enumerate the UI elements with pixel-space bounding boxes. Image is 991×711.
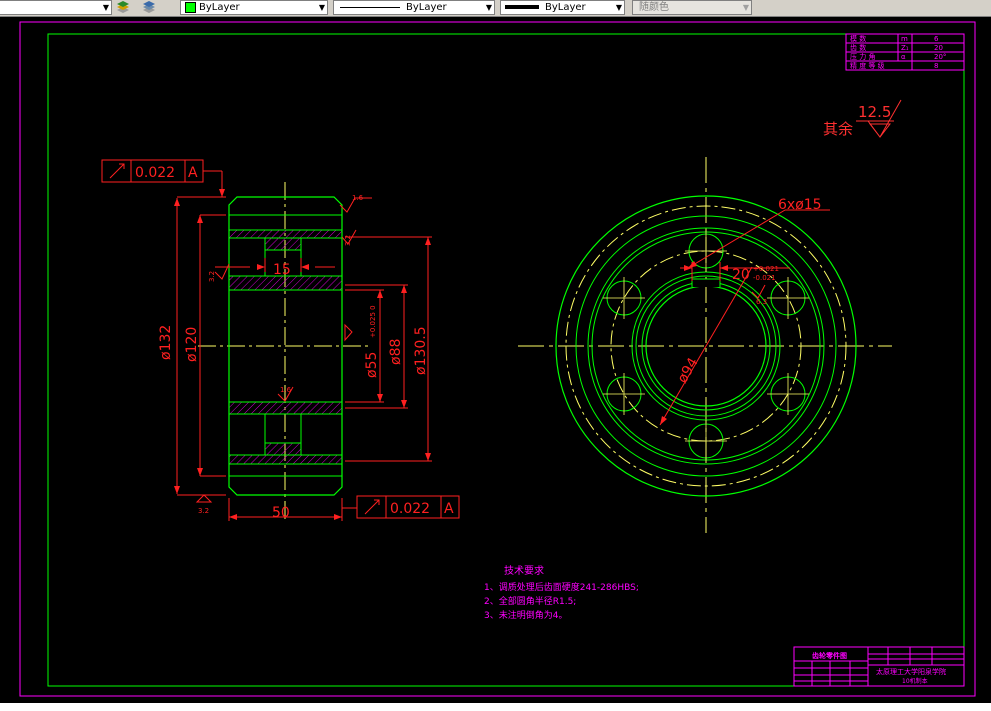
- title-block: 齿轮零件图 太原理工大学阳泉学院 10机制本: [793, 646, 965, 687]
- tolerance-bottom-value: 0.022: [390, 501, 430, 517]
- dim-d130-5: ø130.5: [413, 326, 429, 375]
- plotstyle-dropdown[interactable]: 随颜色 ▼: [632, 0, 752, 15]
- param-value: 20°: [934, 53, 946, 61]
- param-value: 20: [934, 44, 943, 52]
- dim-d132: ø132: [158, 325, 174, 360]
- dim-keyway: 20: [732, 267, 750, 283]
- keyway: [691, 278, 721, 287]
- tech-title: 技术要求: [504, 564, 544, 577]
- dim-d88: ø88: [388, 339, 404, 365]
- param-name: 齿 数: [850, 43, 866, 52]
- roughness-bore: 1.6: [280, 386, 292, 394]
- chevron-down-icon: ▼: [485, 3, 492, 12]
- title-block-class: 10机制本: [902, 677, 928, 685]
- chevron-down-icon: ▼: [742, 3, 749, 12]
- title-block-school: 太原理工大学阳泉学院: [876, 667, 946, 676]
- chevron-down-icon: ▼: [318, 3, 325, 12]
- param-value: 8: [934, 62, 938, 70]
- param-name: 压 力 角: [850, 52, 875, 61]
- lineweight-value: ByLayer: [545, 2, 586, 13]
- roughness-other-note: 其余 12.5: [823, 99, 902, 138]
- dim-d55-tolerance: +0.025 0: [369, 305, 377, 338]
- param-name: 模 数: [850, 34, 866, 43]
- color-swatch-icon: [185, 2, 196, 13]
- runout-icon: [109, 163, 125, 179]
- runout-icon: [364, 499, 380, 515]
- layer-dropdown[interactable]: ▼: [0, 0, 112, 15]
- drawing-canvas[interactable]: 模 数 m 6 齿 数 Z₁ 20 压 力 角 α 20° 精 度 等 级 8 其余 12.5: [0, 16, 991, 703]
- properties-toolbar: ▼ ByLayer ▼ ByLayer ▼ ByLayer ▼ 随颜色 ▼: [0, 0, 991, 17]
- param-symbol: α: [901, 53, 906, 61]
- lineweight-dropdown[interactable]: ByLayer ▼: [500, 0, 625, 15]
- param-symbol: m: [901, 35, 908, 43]
- roughness-other-label: 其余: [823, 120, 853, 138]
- dim-d55: ø55: [364, 352, 380, 378]
- dim-hub-width: 15: [273, 262, 291, 278]
- dim-holes: 6xø15: [778, 197, 822, 213]
- dim-keyway-tol-upper: +0.021: [753, 265, 779, 273]
- roughness-other-value: 12.5: [858, 103, 891, 121]
- param-value: 6: [934, 35, 939, 43]
- front-view: 6xø15 20 +0.021 -0.021 ø94 6.3: [518, 157, 892, 533]
- color-value: ByLayer: [199, 2, 240, 13]
- layer-previous-icon[interactable]: [116, 1, 130, 14]
- tolerance-bottom-datum: A: [444, 501, 454, 517]
- section-view: ø132 ø120 ø55 ø88 ø130.5 15 50 +0.025 0 …: [101, 159, 460, 521]
- tech-item: 3、未注明倒角为4。: [484, 609, 567, 621]
- roughness-bottom: 3.2: [198, 507, 209, 515]
- linetype-sample-icon: [340, 7, 400, 8]
- color-dropdown[interactable]: ByLayer ▼: [180, 0, 328, 15]
- tolerance-frame-bottom: 0.022 A: [356, 495, 460, 519]
- roughness-top: 1.6: [352, 194, 364, 202]
- dim-width: 50: [272, 505, 290, 521]
- tech-item: 1、调质处理后齿面硬度241-286HBS;: [484, 581, 639, 593]
- param-symbol: Z₁: [901, 44, 909, 52]
- title-block-name: 齿轮零件图: [812, 651, 847, 660]
- dim-d120: ø120: [184, 327, 200, 362]
- chevron-down-icon: ▼: [102, 3, 109, 12]
- status-bar: [0, 703, 991, 711]
- dim-keyway-tol-lower: -0.021: [753, 274, 776, 282]
- lineweight-sample-icon: [505, 5, 539, 9]
- layer-states-icon[interactable]: [142, 1, 156, 14]
- gear-parameter-table: 模 数 m 6 齿 数 Z₁ 20 压 力 角 α 20° 精 度 等 级 8: [845, 33, 965, 71]
- roughness-right: 3.2: [344, 235, 352, 246]
- linetype-dropdown[interactable]: ByLayer ▼: [333, 0, 495, 15]
- plotstyle-value: 随颜色: [639, 2, 669, 13]
- linetype-value: ByLayer: [406, 2, 447, 13]
- param-name: 精 度 等 级: [850, 61, 885, 70]
- technical-requirements: 技术要求 1、调质处理后齿面硬度241-286HBS; 2、全部圆角半径R1.5;…: [484, 564, 639, 621]
- chevron-down-icon: ▼: [615, 3, 622, 12]
- tolerance-top-datum: A: [188, 165, 198, 181]
- tolerance-top-value: 0.022: [135, 165, 175, 181]
- roughness-keyway: 6.3: [756, 298, 767, 306]
- roughness-left: 3.2: [208, 271, 216, 282]
- tech-item: 2、全部圆角半径R1.5;: [484, 595, 576, 607]
- tolerance-frame-top: 0.022 A: [101, 159, 204, 183]
